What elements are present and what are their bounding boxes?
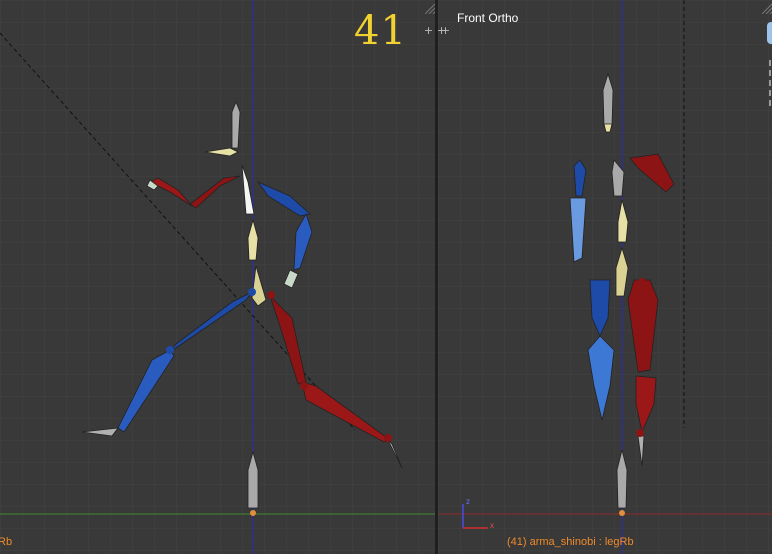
left-status-text: Rb	[0, 536, 13, 548]
joint-knee-blue	[166, 346, 174, 354]
gizmo-z-label: z	[466, 497, 470, 506]
viewport-split-icon-2[interactable]: +	[440, 25, 451, 36]
viewport-split-icon[interactable]: +	[423, 25, 434, 36]
view-name-label: Front Ortho	[457, 11, 519, 25]
joint-hip-blue	[248, 288, 256, 296]
root-origin	[619, 510, 625, 516]
joint-ankle-red	[384, 434, 392, 442]
navigation-widget-icon[interactable]	[767, 22, 772, 44]
area-corner-icon[interactable]	[762, 0, 772, 14]
joint-hip-red	[267, 291, 275, 299]
right-3d-viewport[interactable]: z x Front Ortho (41) arma_shinobi : legR…	[438, 0, 772, 554]
gizmo-x-label: x	[490, 521, 494, 530]
viewport-grid	[0, 0, 435, 554]
right-status-text: (41) arma_shinobi : legRb	[507, 536, 634, 548]
joint-knee-red	[300, 382, 308, 390]
root-origin	[250, 510, 256, 516]
area-corner-icon[interactable]	[425, 0, 435, 14]
blender-screen: 41 Rb + z x Front Ortho (41) arma_shinob…	[0, 0, 772, 554]
left-viewport-canvas[interactable]	[0, 0, 435, 554]
left-3d-viewport[interactable]: 41 Rb +	[0, 0, 435, 554]
joint-hip-red	[638, 278, 646, 286]
frame-number: 41	[354, 8, 407, 54]
joint-ankle-red	[636, 429, 644, 437]
tool-shelf-tab-icon[interactable]	[768, 60, 772, 106]
right-viewport-canvas[interactable]: z x	[438, 0, 772, 554]
